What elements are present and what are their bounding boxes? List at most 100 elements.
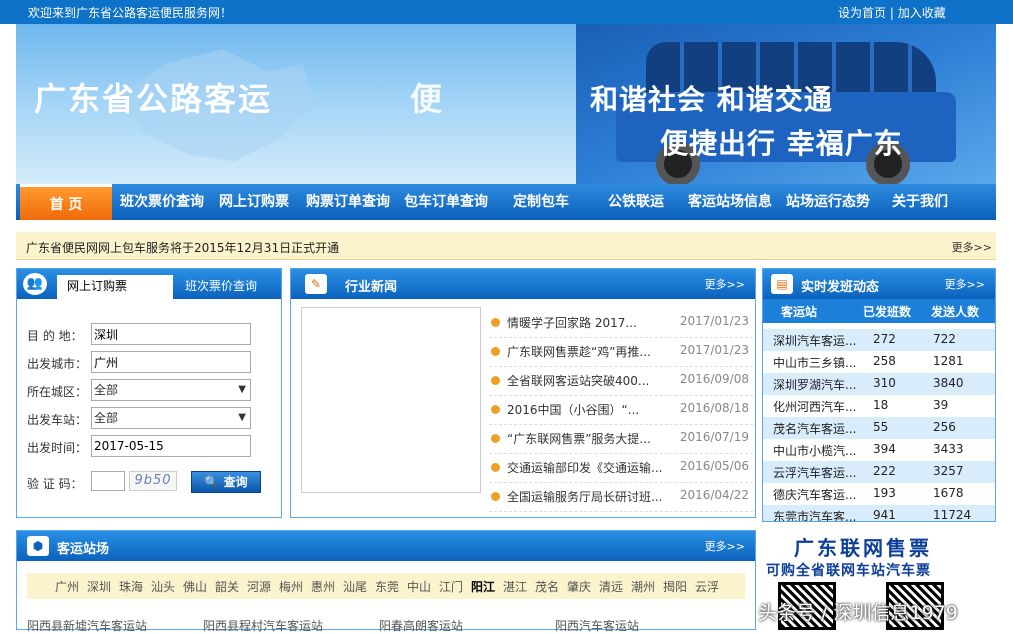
promo-subtitle: 可购全省联网车站汽车票: [766, 563, 931, 579]
tab-city[interactable]: 东莞: [375, 578, 399, 595]
nav-online-ticket[interactable]: 网上订购票: [212, 184, 296, 220]
tab-city[interactable]: 韶关: [215, 578, 239, 595]
nav-custom-charter[interactable]: 定制包车: [496, 184, 586, 220]
cell-station: 深圳罗湖汽车...: [773, 378, 857, 392]
cell-passengers: 3840: [933, 376, 964, 390]
destination-input[interactable]: [91, 323, 251, 345]
captcha-image[interactable]: 9b50: [129, 471, 177, 491]
tab-online-booking[interactable]: 网上订购票: [57, 275, 173, 299]
nav-schedule-price[interactable]: 班次票价查询: [116, 184, 208, 220]
nav-ticket-orders[interactable]: 购票订单查询: [300, 184, 396, 220]
cell-passengers: 256: [933, 420, 956, 434]
station-link[interactable]: 阳西县程村汽车客运站: [203, 617, 323, 634]
site-title: 广东省公路客运: [34, 80, 273, 118]
news-item[interactable]: 交通运输部印发《交通运输... 2016/05/06: [489, 454, 753, 483]
station-link[interactable]: 阳春高朗客运站: [379, 617, 463, 634]
table-row[interactable]: 茂名汽车客运... 55 256: [763, 417, 995, 439]
news-item[interactable]: “广东联网售票”服务大提... 2016/07/19: [489, 425, 753, 454]
tab-city[interactable]: 深圳: [87, 578, 111, 595]
nav-station-status[interactable]: 站场运行态势: [780, 184, 876, 220]
cell-departed: 258: [873, 354, 896, 368]
live-more-link[interactable]: 更多>>: [945, 276, 985, 292]
col-station: 客运站: [781, 305, 818, 319]
add-favorite-link[interactable]: 加入收藏: [898, 6, 946, 20]
bullet-icon: [491, 405, 500, 414]
cell-station: 茂名汽车客运...: [773, 422, 857, 436]
nav-rail-road[interactable]: 公铁联运: [592, 184, 680, 220]
news-item[interactable]: 全国运输服务厅局长研讨班... 2016/04/22: [489, 483, 753, 512]
nav-station-info[interactable]: 客运站场信息: [682, 184, 778, 220]
tab-city[interactable]: 中山: [407, 578, 431, 595]
tab-city[interactable]: 肇庆: [567, 578, 591, 595]
cell-passengers: 11724: [933, 508, 972, 522]
tab-schedule-query[interactable]: 班次票价查询: [185, 275, 257, 299]
news-image[interactable]: [301, 307, 481, 493]
query-button[interactable]: 🔍 查询: [191, 471, 261, 493]
table-row[interactable]: 东莞市汽车客... 941 11724: [763, 505, 995, 522]
tab-city-active[interactable]: 阳江: [471, 578, 495, 595]
bullet-icon: [491, 347, 500, 356]
tab-city[interactable]: 云浮: [695, 578, 719, 595]
news-item-title: “广东联网售票”服务大提...: [507, 432, 651, 446]
tab-city[interactable]: 清远: [599, 578, 623, 595]
cell-departed: 55: [873, 420, 889, 434]
tab-city[interactable]: 湛江: [503, 578, 527, 595]
news-item[interactable]: 广东联网售票趁“鸡”再推... 2017/01/23: [489, 338, 753, 367]
departure-city-label: 出发城市：: [27, 357, 88, 371]
district-label: 所在城区：: [27, 385, 88, 399]
table-row[interactable]: 德庆汽车客运... 193 1678: [763, 483, 995, 505]
tab-city[interactable]: 茂名: [535, 578, 559, 595]
tab-city[interactable]: 汕尾: [343, 578, 367, 595]
tab-city[interactable]: 惠州: [311, 578, 335, 595]
tab-city[interactable]: 河源: [247, 578, 271, 595]
table-row[interactable]: 中山市三乡镇... 258 1281: [763, 351, 995, 373]
news-header: ✎ 行业新闻 更多>>: [291, 269, 755, 299]
tab-city[interactable]: 潮州: [631, 578, 655, 595]
news-item-date: 2016/09/08: [679, 372, 749, 386]
tab-city[interactable]: 揭阳: [663, 578, 687, 595]
district-select[interactable]: 全部 ▼: [91, 379, 251, 401]
table-row[interactable]: 云浮汽车客运... 222 3257: [763, 461, 995, 483]
table-row[interactable]: 化州河西汽车... 18 39: [763, 395, 995, 417]
bullet-icon: [491, 318, 500, 327]
destination-label: 目 的 地：: [27, 329, 83, 343]
tab-city[interactable]: 梅州: [279, 578, 303, 595]
slogan-line-2: 便捷出行 幸福广东: [660, 127, 903, 160]
tab-city[interactable]: 佛山: [183, 578, 207, 595]
header-banner: 广东省公路客运 便 和谐社会 和谐交通 便捷出行 幸福广东: [16, 24, 996, 184]
nav-about[interactable]: 关于我们: [880, 184, 960, 220]
chevron-down-icon: ▼: [238, 412, 246, 423]
nav-charter-orders[interactable]: 包车订单查询: [398, 184, 494, 220]
date-input[interactable]: [91, 435, 251, 457]
notice-text[interactable]: 广东省便民网网上包车服务将于2015年12月31日正式开通: [26, 239, 339, 256]
news-item[interactable]: 2016中国（小谷围）“... 2016/08/18: [489, 396, 753, 425]
news-item[interactable]: 情暖学子回家路 2017... 2017/01/23: [489, 309, 753, 338]
station-row: 出发车站： 全部 ▼: [27, 407, 277, 429]
table-row[interactable]: 深圳罗湖汽车... 310 3840: [763, 373, 995, 395]
news-item-title: 2016中国（小谷围）“...: [507, 403, 640, 417]
notice-more-link[interactable]: 更多>>: [952, 239, 992, 255]
table-row[interactable]: 中山市小榄汽... 394 3433: [763, 439, 995, 461]
main-nav: 首 页 班次票价查询 网上订购票 购票订单查询 包车订单查询 定制包车 公铁联运…: [16, 184, 996, 220]
news-item[interactable]: 全省联网客运站突破400... 2016/09/08: [489, 367, 753, 396]
news-item-date: 2017/01/23: [679, 314, 749, 328]
table-row[interactable]: 深圳汽车客运... 272 722: [763, 329, 995, 351]
captcha-input[interactable]: [91, 471, 125, 491]
tab-city[interactable]: 汕头: [151, 578, 175, 595]
set-homepage-link[interactable]: 设为首页: [838, 6, 886, 20]
tab-city[interactable]: 江门: [439, 578, 463, 595]
departure-city-input[interactable]: [91, 351, 251, 373]
stations-header: ⬢ 客运站场 更多>>: [17, 531, 755, 561]
news-title: 行业新闻: [345, 280, 398, 295]
station-link[interactable]: 阳西汽车客运站: [555, 617, 639, 634]
station-link[interactable]: 阳西县新墟汽车客运站: [27, 617, 147, 634]
news-more-link[interactable]: 更多>>: [705, 276, 745, 292]
cell-passengers: 39: [933, 398, 949, 412]
user-group-icon: 👥: [23, 273, 47, 295]
station-select[interactable]: 全部 ▼: [91, 407, 251, 429]
tab-city[interactable]: 广州: [55, 578, 79, 595]
tab-city[interactable]: 珠海: [119, 578, 143, 595]
cell-departed: 193: [873, 486, 896, 500]
stations-more-link[interactable]: 更多>>: [705, 538, 745, 554]
nav-home[interactable]: 首 页: [20, 184, 112, 220]
